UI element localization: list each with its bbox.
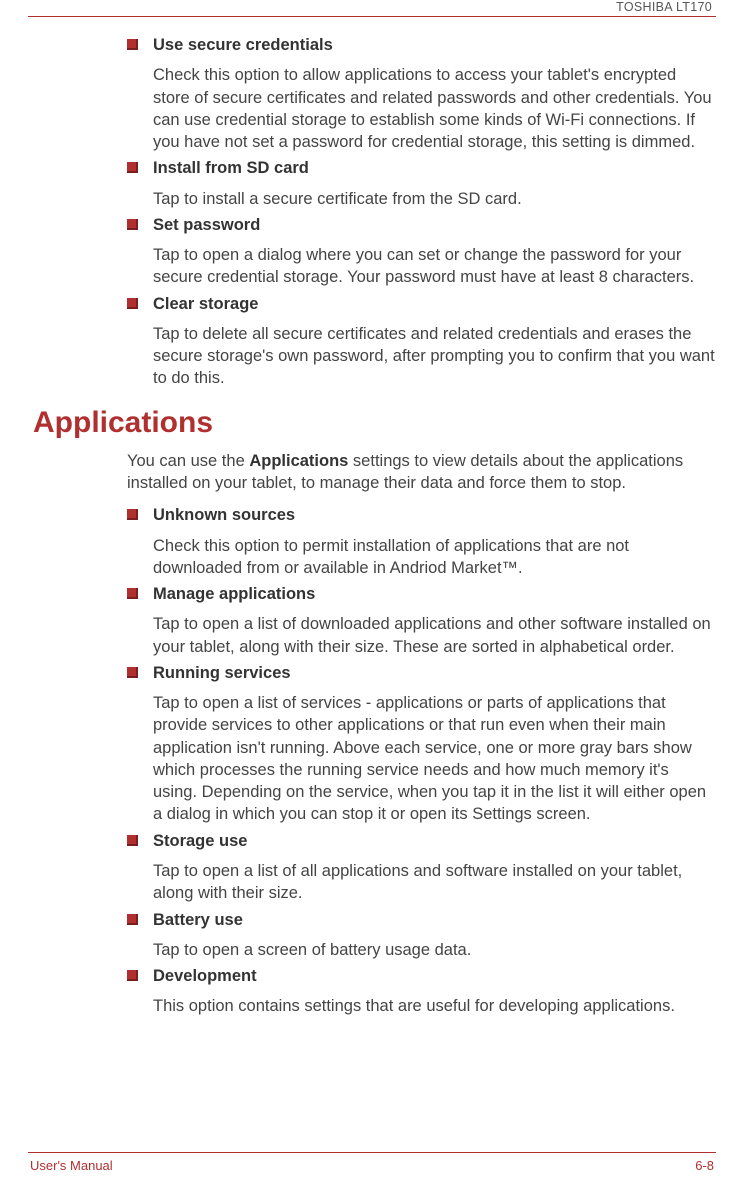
item-title: Use secure credentials xyxy=(153,34,716,56)
bullet-icon xyxy=(127,298,138,309)
item-title: Storage use xyxy=(153,830,716,852)
item-body: This option contains settings that are u… xyxy=(153,995,716,1017)
top-rule xyxy=(28,16,716,17)
item-body: Tap to open a list of services - applica… xyxy=(153,692,716,826)
item-title: Battery use xyxy=(153,909,716,931)
list-item: Set password Tap to open a dialog where … xyxy=(33,214,716,289)
list-item: Install from SD card Tap to install a se… xyxy=(33,157,716,210)
list-item: Battery use Tap to open a screen of batt… xyxy=(33,909,716,962)
list-item: Storage use Tap to open a list of all ap… xyxy=(33,830,716,905)
bullet-icon xyxy=(127,914,138,925)
footer-left: User's Manual xyxy=(30,1158,113,1173)
item-title: Set password xyxy=(153,214,716,236)
item-title: Clear storage xyxy=(153,293,716,315)
item-body: Tap to open a list of all applications a… xyxy=(153,860,716,905)
bullet-icon xyxy=(127,667,138,678)
bullet-icon xyxy=(127,219,138,230)
item-body: Tap to open a list of downloaded applica… xyxy=(153,613,716,658)
intro-text-bold: Applications xyxy=(249,452,348,470)
bottom-rule xyxy=(28,1152,716,1153)
page-content: Use secure credentials Check this option… xyxy=(33,34,716,1022)
list-item: Manage applications Tap to open a list o… xyxy=(33,583,716,658)
item-title: Install from SD card xyxy=(153,157,716,179)
list-item: Development This option contains setting… xyxy=(33,965,716,1018)
item-title: Running services xyxy=(153,662,716,684)
item-body: Tap to delete all secure certificates an… xyxy=(153,323,716,390)
item-title: Manage applications xyxy=(153,583,716,605)
footer-page-number: 6-8 xyxy=(695,1158,714,1173)
item-body: Check this option to allow applications … xyxy=(153,64,716,153)
item-body: Check this option to permit installation… xyxy=(153,535,716,580)
bullet-icon xyxy=(127,39,138,50)
item-body: Tap to open a dialog where you can set o… xyxy=(153,244,716,289)
header-model: TOSHIBA LT170 xyxy=(616,0,712,14)
item-title: Unknown sources xyxy=(153,504,716,526)
item-title: Development xyxy=(153,965,716,987)
list-item: Clear storage Tap to delete all secure c… xyxy=(33,293,716,390)
intro-text-pre: You can use the xyxy=(127,452,249,470)
section-heading-applications: Applications xyxy=(33,406,716,440)
list-item: Use secure credentials Check this option… xyxy=(33,34,716,153)
bullet-icon xyxy=(127,509,138,520)
bullet-icon xyxy=(127,588,138,599)
bullet-icon xyxy=(127,835,138,846)
item-body: Tap to install a secure certificate from… xyxy=(153,188,716,210)
list-item: Running services Tap to open a list of s… xyxy=(33,662,716,826)
bullet-icon xyxy=(127,162,138,173)
section-intro: You can use the Applications settings to… xyxy=(127,450,716,495)
bullet-icon xyxy=(127,970,138,981)
list-item: Unknown sources Check this option to per… xyxy=(33,504,716,579)
item-body: Tap to open a screen of battery usage da… xyxy=(153,939,716,961)
